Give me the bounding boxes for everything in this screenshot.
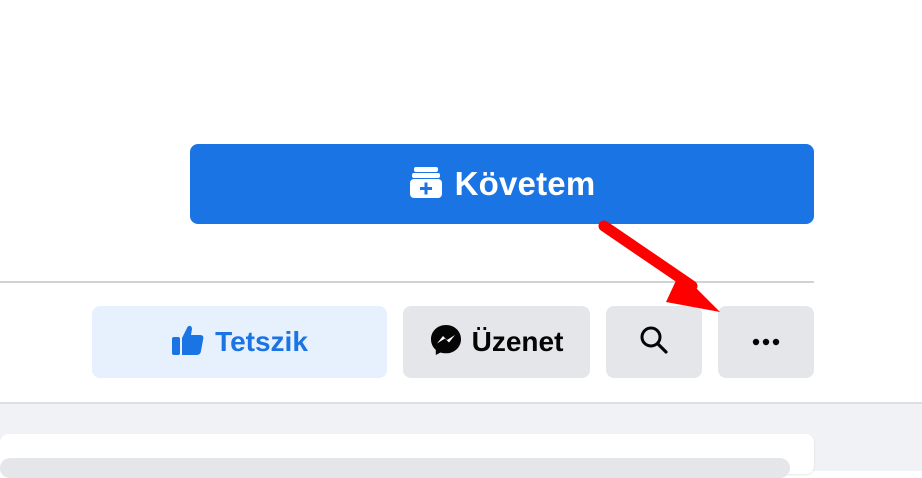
composer-input[interactable]: [0, 458, 790, 478]
messenger-icon: [430, 324, 462, 361]
thumbs-up-icon: [171, 324, 205, 361]
follow-button[interactable]: Követem: [190, 144, 814, 224]
like-label: Tetszik: [215, 326, 308, 357]
more-button[interactable]: [718, 306, 814, 378]
annotation-arrow-icon: [598, 220, 720, 312]
follow-page-icon: [409, 165, 443, 204]
message-label: Üzenet: [471, 326, 564, 357]
like-button[interactable]: Tetszik: [92, 306, 387, 378]
follow-label: Követem: [454, 165, 596, 202]
search-button[interactable]: [606, 306, 702, 378]
message-button[interactable]: Üzenet: [403, 306, 590, 378]
search-icon: [639, 325, 669, 360]
more-dots-icon: [751, 333, 781, 351]
